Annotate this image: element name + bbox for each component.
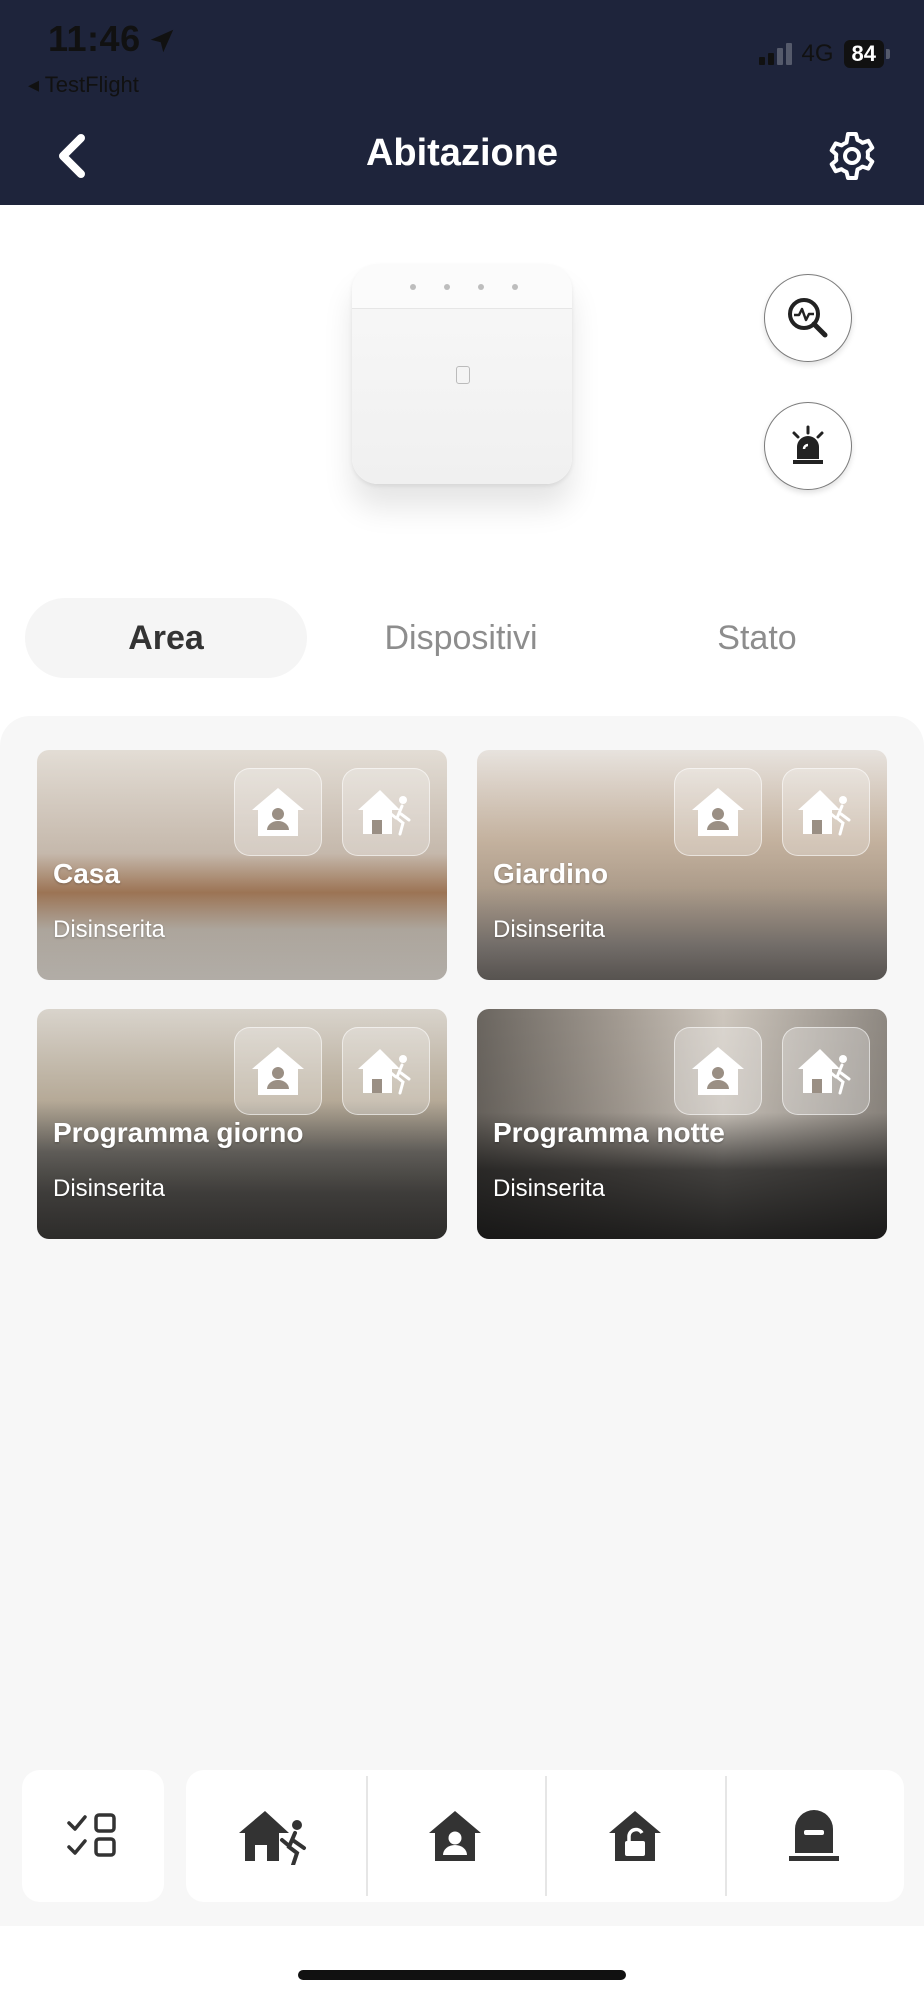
hub-led	[410, 284, 416, 290]
away-arm-button[interactable]	[782, 768, 870, 856]
signal-bars-icon	[758, 43, 792, 65]
area-status: Disinserita	[53, 1175, 166, 1202]
tab-area[interactable]: Area	[25, 598, 307, 678]
stay-arm-button[interactable]	[674, 768, 762, 856]
area-name: Programma notte	[493, 1117, 725, 1148]
diagnostic-button[interactable]	[764, 274, 852, 362]
area-name: Giardino	[493, 858, 609, 889]
away-arm-button[interactable]	[782, 1027, 870, 1115]
stay-arm-all-button[interactable]	[365, 1770, 546, 1902]
area-card-casa[interactable]: Casa Disinserita	[37, 750, 447, 980]
hub-led	[478, 284, 484, 290]
settings-button[interactable]	[824, 128, 880, 184]
arming-action-bar	[186, 1770, 904, 1902]
siren-icon	[792, 425, 824, 464]
area-card-giardino[interactable]: Giardino Disinserita	[477, 750, 887, 980]
away-arm-icon	[798, 1049, 851, 1095]
area-status: Disinserita	[493, 1175, 606, 1202]
stay-arm-button[interactable]	[674, 1027, 762, 1115]
disarm-all-button[interactable]	[545, 1770, 725, 1902]
status-time: 11:46	[48, 18, 141, 59]
away-arm-icon	[238, 1811, 306, 1865]
siren-button[interactable]	[764, 402, 852, 490]
stay-arm-icon	[252, 1047, 304, 1095]
away-arm-icon	[358, 1049, 411, 1095]
area-name: Casa	[53, 858, 120, 889]
diagnostic-search-icon	[788, 298, 828, 338]
stay-arm-icon	[692, 1047, 744, 1095]
location-arrow-icon	[150, 29, 174, 53]
stay-arm-icon	[252, 788, 304, 836]
network-status: 4G 84	[758, 40, 891, 68]
tab-dispositivi[interactable]: Dispositivi	[320, 598, 602, 678]
hub-led	[512, 284, 518, 290]
clear-alarm-button[interactable]	[724, 1770, 905, 1902]
away-arm-button[interactable]	[342, 1027, 430, 1115]
clear-alarm-icon	[789, 1810, 840, 1861]
stay-arm-icon	[429, 1811, 482, 1861]
battery-level: 84	[843, 40, 891, 68]
stay-arm-button[interactable]	[234, 1027, 322, 1115]
area-status: Disinserita	[53, 916, 166, 943]
page-title: Abitazione	[365, 132, 559, 174]
away-arm-icon	[358, 790, 411, 836]
hub-led	[444, 284, 450, 290]
area-card-programma-giorno[interactable]: Programma giorno Disinserita	[37, 1009, 447, 1239]
away-arm-all-button[interactable]	[186, 1770, 366, 1902]
back-to-app-link[interactable]: ◂ TestFlight	[28, 72, 139, 98]
network-type: 4G	[801, 40, 834, 67]
disarm-icon	[608, 1811, 661, 1861]
gear-icon	[829, 132, 875, 180]
hub-indicator-strip	[352, 264, 572, 309]
area-card-programma-notte[interactable]: Programma notte Disinserita	[477, 1009, 887, 1239]
app-header: 11:46 ◂ TestFlight 4G 84 Abitazione	[0, 0, 924, 205]
area-status: Disinserita	[493, 916, 606, 943]
stay-arm-icon	[692, 788, 744, 836]
checklist-icon	[67, 1813, 116, 1857]
select-areas-button[interactable]	[22, 1770, 164, 1902]
tab-stato[interactable]: Stato	[616, 598, 898, 678]
home-indicator[interactable]	[298, 1970, 626, 1980]
alarm-hub-image	[352, 264, 572, 484]
stay-arm-button[interactable]	[234, 768, 322, 856]
hub-logo	[456, 366, 470, 384]
home-indicator-area	[0, 1926, 924, 2000]
away-arm-button[interactable]	[342, 768, 430, 856]
away-arm-icon	[798, 790, 851, 836]
area-name: Programma giorno	[53, 1117, 304, 1148]
